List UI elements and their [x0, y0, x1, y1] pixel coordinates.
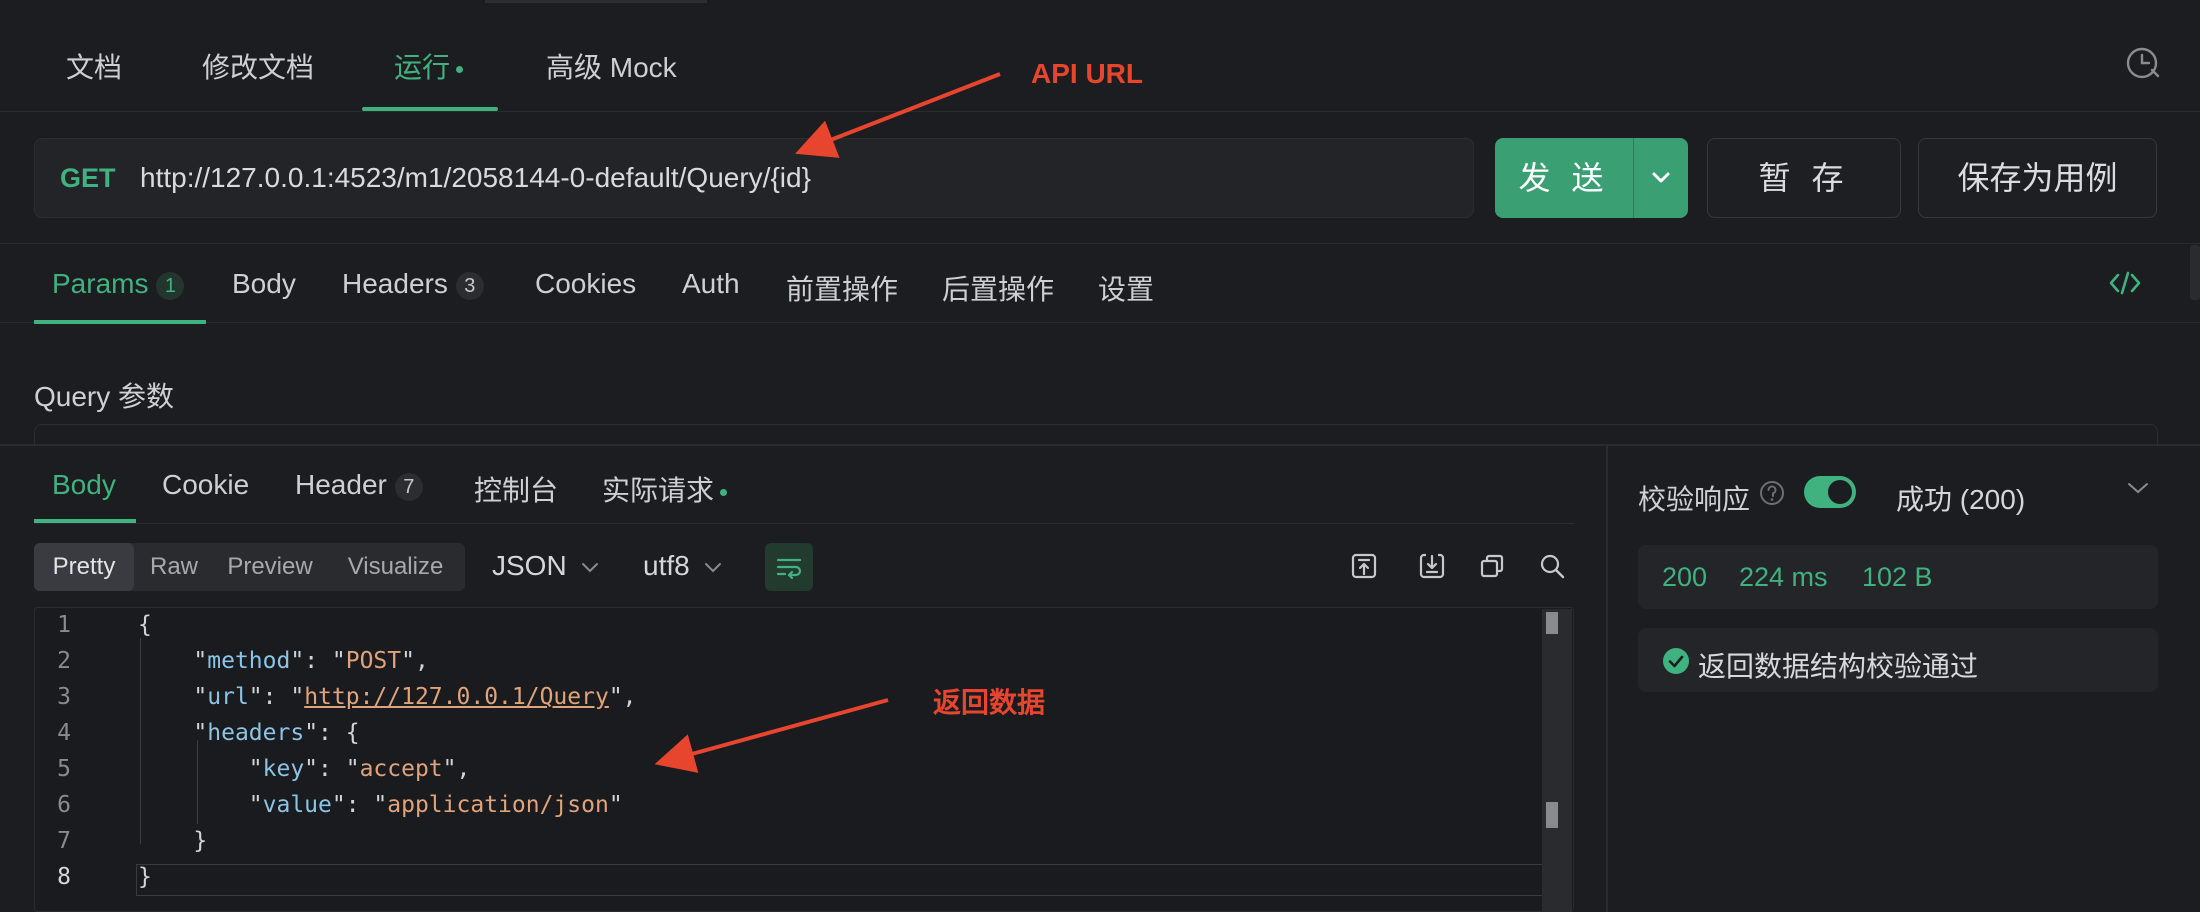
annotation-arrows: [654, 72, 1001, 773]
annotation-return-data: 返回数据: [933, 687, 1046, 718]
annotation-api-url: API URL: [1031, 58, 1143, 89]
